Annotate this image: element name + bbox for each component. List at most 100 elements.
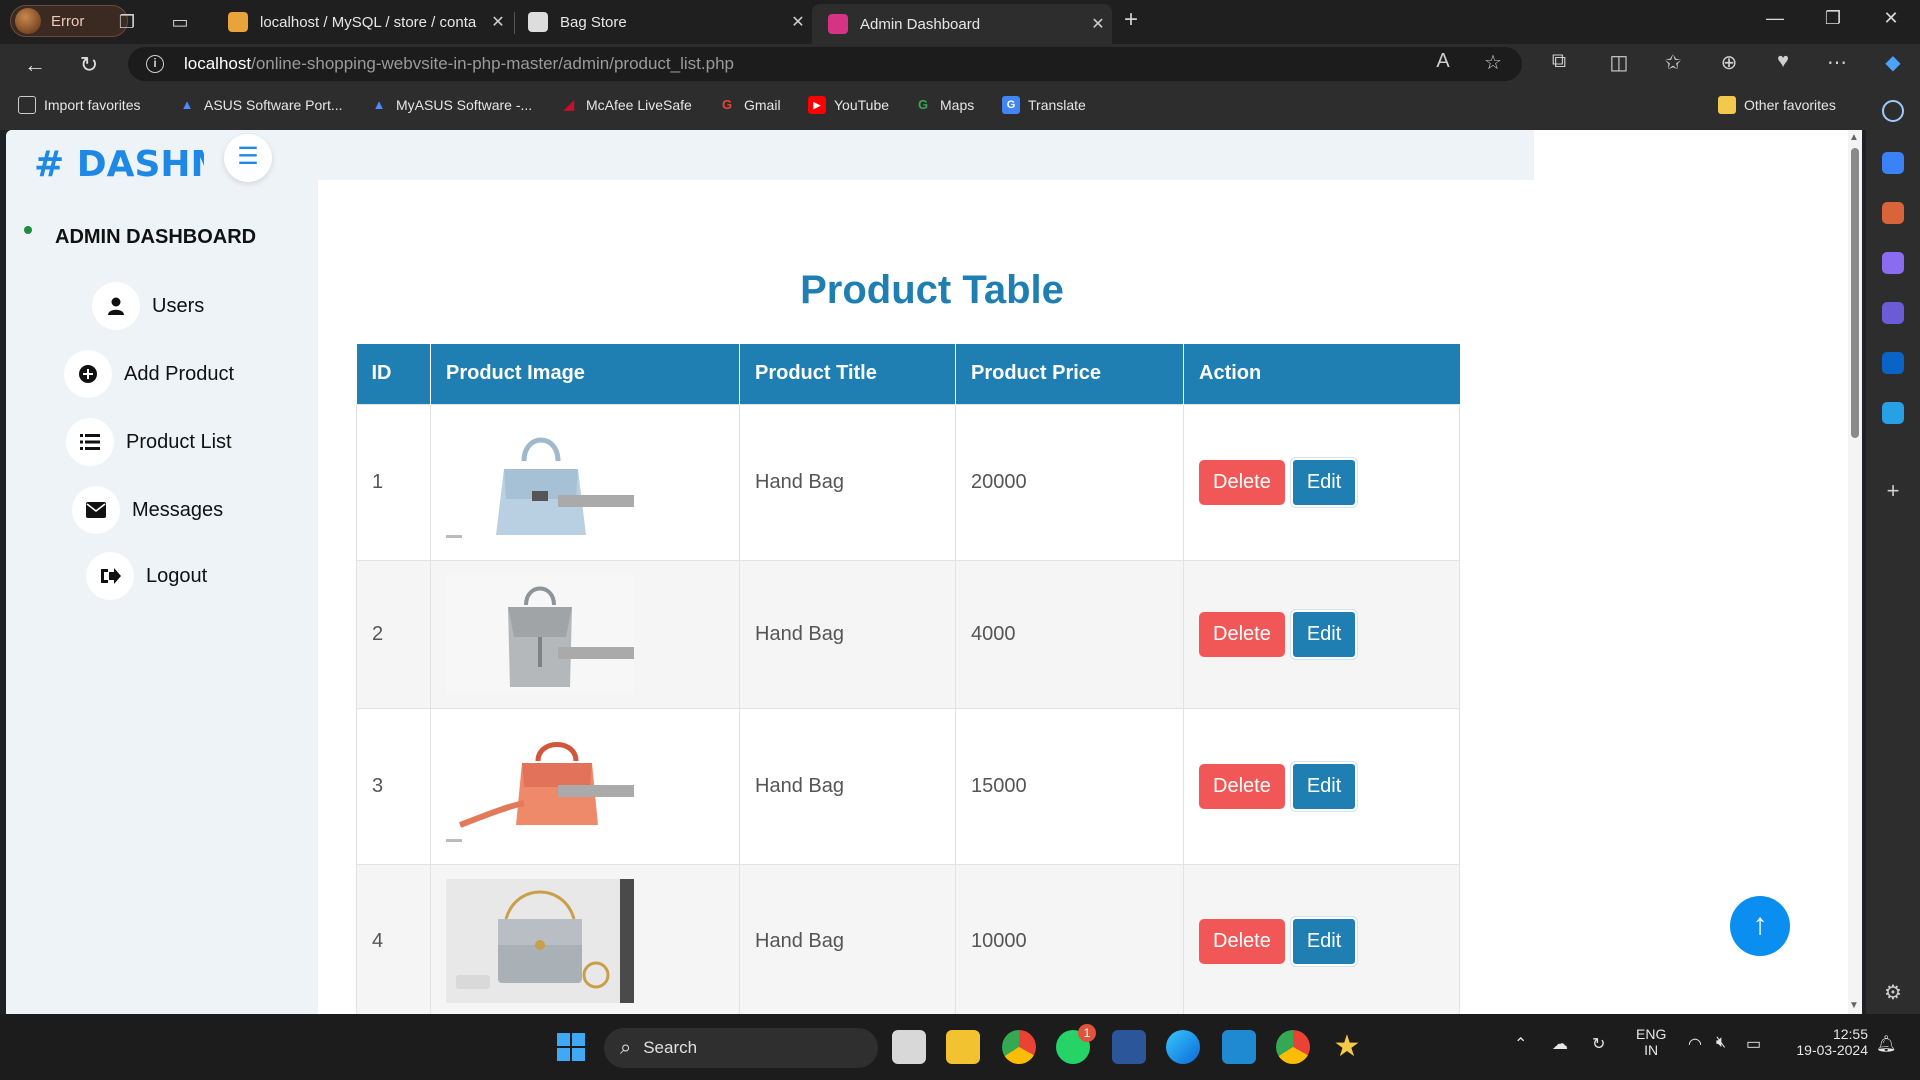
shopping-icon[interactable] <box>1882 152 1904 174</box>
other-favorites-folder[interactable]: Other favorites <box>1718 96 1836 114</box>
scroll-down-arrow-icon[interactable]: ▼ <box>1849 1000 1859 1011</box>
sync-icon[interactable]: ↻ <box>1592 1034 1605 1054</box>
more-menu-icon[interactable]: ⋯ <box>1822 50 1852 75</box>
read-aloud-icon[interactable]: A <box>1428 50 1458 73</box>
tab-admin-dashboard[interactable]: Admin Dashboard ✕ <box>812 4 1112 44</box>
tools-icon[interactable] <box>1882 202 1904 224</box>
windows-start-icon[interactable] <box>554 1030 588 1064</box>
task-view-icon[interactable] <box>892 1030 926 1064</box>
tab-actions-icon[interactable]: ▭ <box>167 9 193 35</box>
sidebar-item-add-product[interactable]: Add Product <box>64 350 234 398</box>
whatsapp-icon[interactable]: 1 <box>1056 1024 1096 1064</box>
tab-phpmyadmin[interactable]: localhost / MySQL / store / conta ✕ <box>212 4 512 40</box>
fav-maps[interactable]: G Maps <box>914 96 974 114</box>
fav-import-favorites[interactable]: Import favorites <box>18 96 140 114</box>
restore-icon[interactable]: ❐ <box>1818 8 1848 29</box>
workspaces-icon[interactable]: ❐ <box>114 9 140 35</box>
favorites-icon[interactable]: ✩ <box>1658 50 1688 75</box>
vscode-icon[interactable] <box>1222 1030 1256 1064</box>
url-input[interactable]: i localhost/online-shopping-webvsite-in-… <box>128 47 1522 81</box>
extensions-icon[interactable]: ⧉ <box>1544 50 1574 73</box>
windows-taskbar: ⌕ Search 1 ★ ⌃ ☁ ↻ ENG IN ◠ 🔇︎ ▭ 12:55 1… <box>0 1014 1920 1080</box>
admin-sidebar: # DASHM ☰ ADMIN DASHBOARD Users Add Prod… <box>6 130 318 1014</box>
page-scrollbar[interactable]: ▲ ▼ <box>1848 130 1862 1014</box>
split-screen-icon[interactable]: ◫ <box>1604 50 1634 75</box>
tab-title: localhost / MySQL / store / conta <box>260 13 477 31</box>
drop-icon[interactable] <box>1882 402 1904 424</box>
delete-button[interactable]: Delete <box>1199 459 1285 505</box>
brand-logo[interactable]: # DASHM <box>34 144 204 185</box>
word-icon[interactable] <box>1112 1030 1146 1064</box>
volume-muted-icon[interactable]: 🔇︎ <box>1716 1034 1726 1052</box>
fav-gmail[interactable]: G Gmail <box>718 96 781 114</box>
fav-myasus-software[interactable]: ▲ MyASUS Software -... <box>370 96 533 114</box>
refresh-icon[interactable]: ↻ <box>74 50 104 80</box>
edit-button[interactable]: Edit <box>1290 916 1358 966</box>
onedrive-icon[interactable]: ☁ <box>1552 1034 1568 1054</box>
sidebar-item-messages[interactable]: Messages <box>72 486 223 534</box>
tab-bag-store[interactable]: Bag Store ✕ <box>512 4 812 40</box>
microsoft365-icon[interactable] <box>1882 302 1904 324</box>
notifications-bell-icon[interactable]: 🔔︎ <box>1876 1034 1896 1054</box>
wifi-icon[interactable]: ◠ <box>1688 1034 1702 1054</box>
settings-gear-icon[interactable]: ⚙ <box>1882 982 1904 1004</box>
sidebar-item-product-list[interactable]: Product List <box>66 418 232 466</box>
browser-tab-bar: Error ❐ ▭ localhost / MySQL / store / co… <box>0 0 1920 44</box>
google-icon: G <box>917 97 929 112</box>
browser-essentials-icon[interactable]: ♥ <box>1768 50 1798 73</box>
scroll-up-arrow-icon[interactable]: ▲ <box>1849 132 1859 143</box>
collections-icon[interactable]: ⊕ <box>1714 50 1744 75</box>
fav-youtube[interactable]: ▶ YouTube <box>808 96 889 114</box>
outlook-icon[interactable] <box>1882 352 1904 374</box>
new-tab-icon[interactable]: + <box>1124 6 1138 34</box>
close-tab-icon[interactable]: ✕ <box>1084 14 1112 34</box>
cell-image <box>430 707 740 865</box>
close-tab-icon[interactable]: ✕ <box>484 12 512 32</box>
profile-button[interactable]: Error <box>10 5 128 37</box>
delete-button[interactable]: Delete <box>1199 918 1285 964</box>
scroll-to-top-button[interactable]: ↑ <box>1730 896 1790 956</box>
games-icon[interactable] <box>1882 252 1904 274</box>
cell-action: Delete Edit <box>1183 707 1460 865</box>
delete-button[interactable]: Delete <box>1199 763 1285 809</box>
date-label: 19-03-2024 <box>1796 1042 1868 1058</box>
add-sidebar-app-icon[interactable]: + <box>1882 480 1904 502</box>
back-icon[interactable]: ← <box>20 50 50 80</box>
battery-icon[interactable]: ▭ <box>1746 1034 1761 1054</box>
chrome-icon[interactable] <box>1002 1030 1036 1064</box>
tab-title: Admin Dashboard <box>860 15 981 33</box>
search-icon[interactable] <box>1882 100 1904 122</box>
language-indicator[interactable]: ENG IN <box>1636 1026 1666 1058</box>
star-app-icon[interactable]: ★ <box>1330 1030 1364 1064</box>
show-hidden-icons-icon[interactable]: ⌃ <box>1514 1034 1527 1054</box>
cell-title: Hand Bag <box>739 863 956 1014</box>
sidebar-item-logout[interactable]: Logout <box>86 552 207 600</box>
edit-button[interactable]: Edit <box>1290 609 1358 659</box>
sidebar-item-users[interactable]: Users <box>92 282 204 330</box>
copilot-icon[interactable]: ◆ <box>1878 50 1908 75</box>
delete-button[interactable]: Delete <box>1199 611 1285 657</box>
favorite-star-icon[interactable]: ☆ <box>1478 50 1508 75</box>
table-row: 3 Hand Bag 15000 Delete Edit <box>356 707 1460 865</box>
profile-avatar <box>15 8 41 34</box>
chrome-profile-icon[interactable] <box>1276 1030 1310 1064</box>
file-explorer-icon[interactable] <box>946 1030 980 1064</box>
close-window-icon[interactable]: ✕ <box>1876 8 1906 29</box>
taskbar-search[interactable]: ⌕ Search <box>604 1028 878 1068</box>
site-info-icon[interactable]: i <box>146 55 164 73</box>
fav-mcafee[interactable]: ◢ McAfee LiveSafe <box>560 96 692 114</box>
product-image-orange-handbag <box>446 725 634 847</box>
minimize-icon[interactable]: — <box>1760 8 1790 29</box>
edit-button[interactable]: Edit <box>1290 457 1358 507</box>
phpmyadmin-favicon-icon <box>228 12 248 32</box>
fav-translate[interactable]: G Translate <box>1002 96 1086 114</box>
scrollbar-thumb[interactable] <box>1851 148 1859 438</box>
close-tab-icon[interactable]: ✕ <box>784 12 812 32</box>
clock[interactable]: 12:55 19-03-2024 <box>1786 1026 1868 1058</box>
edit-button[interactable]: Edit <box>1290 761 1358 811</box>
fav-asus-software-portal[interactable]: ▲ ASUS Software Port... <box>178 96 343 114</box>
hamburger-menu-icon[interactable]: ☰ <box>224 134 272 182</box>
product-table: ID Product Image Product Title Product P… <box>356 344 1460 1014</box>
edge-icon[interactable] <box>1166 1030 1200 1064</box>
col-header-image: Product Image <box>430 344 740 404</box>
